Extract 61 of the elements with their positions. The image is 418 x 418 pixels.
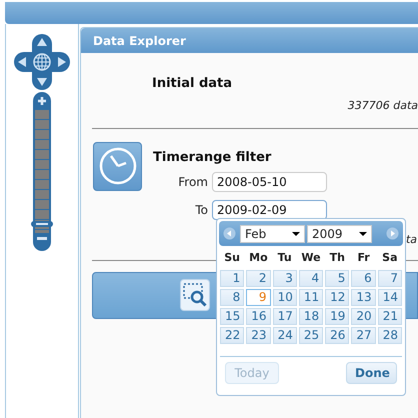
previous-month-icon[interactable] (223, 227, 236, 240)
day-cell[interactable]: 1 (220, 270, 244, 287)
day-cell[interactable]: 9 (246, 289, 271, 306)
day-cell[interactable]: 15 (220, 308, 244, 325)
day-cell[interactable]: 7 (378, 270, 402, 287)
day-cell[interactable]: 18 (298, 308, 324, 325)
weekday-label: Tu (276, 250, 293, 266)
to-label: To (194, 202, 209, 219)
next-month-icon[interactable] (386, 227, 399, 240)
weekday-label: Sa (381, 250, 399, 266)
day-cell[interactable]: 5 (325, 270, 350, 287)
day-cell[interactable]: 27 (351, 327, 376, 344)
plus-icon (37, 96, 47, 106)
minus-icon (37, 237, 47, 240)
from-label: From (177, 174, 209, 191)
day-cell[interactable]: 21 (378, 308, 402, 325)
to-date-field[interactable]: 2009-02-09 (212, 200, 327, 220)
weekday-label: Fr (356, 250, 371, 266)
year-select[interactable]: 2009 (307, 224, 372, 242)
day-cell[interactable]: 11 (298, 289, 324, 306)
pan-control-icon[interactable] (13, 33, 71, 91)
day-cell[interactable]: 25 (298, 327, 324, 344)
day-cell[interactable]: 2 (246, 270, 271, 287)
day-cell[interactable]: 22 (220, 327, 244, 344)
slider-thumb[interactable] (31, 221, 53, 227)
day-cell[interactable]: 26 (325, 327, 350, 344)
section-heading: Timerange filter (153, 148, 272, 166)
day-cell[interactable]: 3 (272, 270, 297, 287)
clock-icon (98, 146, 138, 186)
day-cell[interactable]: 10 (272, 289, 297, 306)
dropdown-arrow-icon (359, 232, 367, 236)
day-cell[interactable]: 28 (378, 327, 402, 344)
done-button[interactable]: Done (346, 362, 397, 384)
weekday-label: Mo (248, 250, 269, 266)
from-date-field[interactable]: 2008-05-10 (212, 172, 327, 192)
zoom-out-button[interactable] (33, 233, 51, 251)
data-count-fragment: ta (404, 232, 417, 248)
day-cell[interactable]: 8 (220, 289, 244, 306)
panel-title: Data Explorer (93, 32, 186, 50)
day-cell[interactable]: 14 (378, 289, 402, 306)
day-cell[interactable]: 4 (298, 270, 324, 287)
zoom-selection-icon (182, 282, 208, 308)
zoom-in-button[interactable] (33, 92, 51, 110)
day-cell[interactable]: 17 (272, 308, 297, 325)
zoom-selection-button[interactable] (180, 279, 210, 311)
day-cell[interactable]: 24 (272, 327, 297, 344)
clock-button[interactable] (93, 142, 142, 190)
weekday-label: Th (328, 250, 346, 266)
data-count: 337706 data (348, 98, 418, 114)
month-select[interactable]: Feb (240, 224, 305, 242)
section-heading: Initial data (152, 76, 232, 91)
day-cell[interactable]: 16 (246, 308, 271, 325)
day-cell[interactable]: 20 (351, 308, 376, 325)
day-cell[interactable]: 12 (325, 289, 350, 306)
dropdown-arrow-icon (292, 232, 300, 236)
weekday-label: We (300, 250, 322, 266)
day-cell[interactable]: 23 (246, 327, 271, 344)
day-cell[interactable]: 6 (351, 270, 376, 287)
weekday-label: Su (223, 250, 242, 266)
day-cell[interactable]: 13 (351, 289, 376, 306)
day-cell[interactable]: 19 (325, 308, 350, 325)
